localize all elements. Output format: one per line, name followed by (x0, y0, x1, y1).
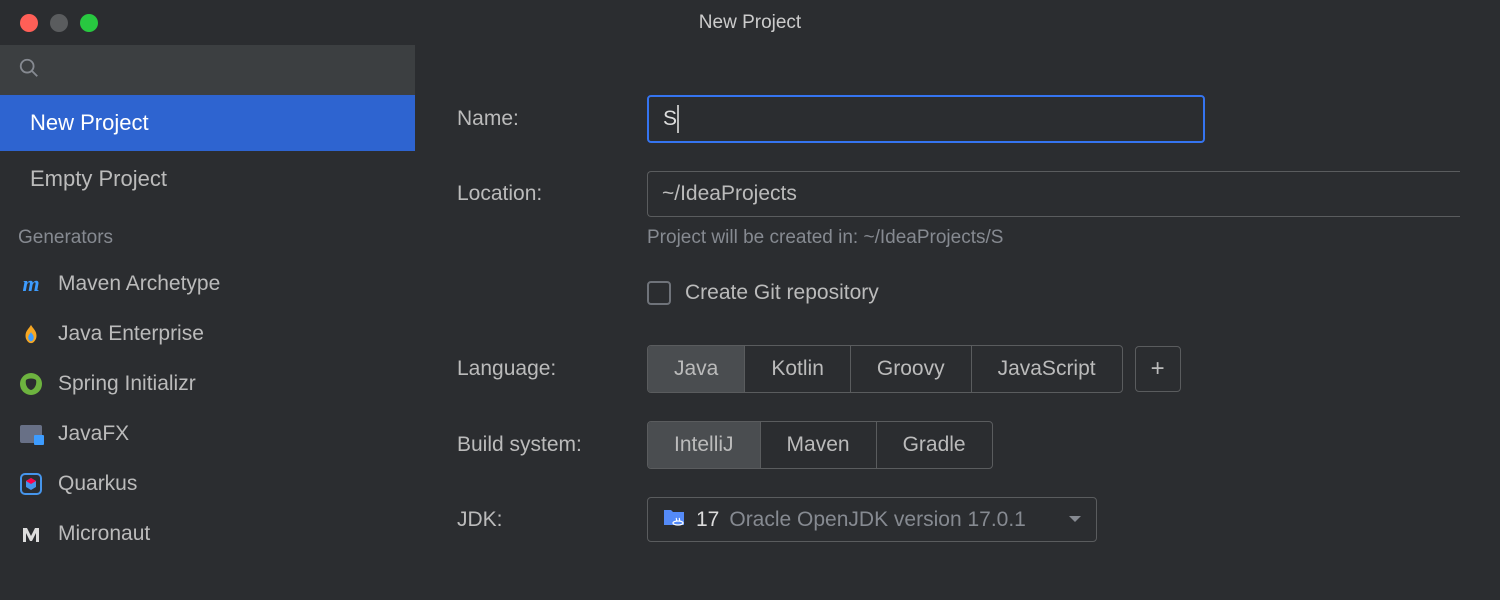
jdk-select[interactable]: 17 Oracle OpenJDK version 17.0.1 (647, 497, 1097, 542)
name-row: Name: (457, 95, 1460, 143)
generator-quarkus[interactable]: Quarkus (0, 459, 415, 509)
sidebar-item-empty-project[interactable]: Empty Project (0, 151, 415, 207)
maven-icon: m (18, 271, 44, 297)
spring-icon (18, 371, 44, 397)
jdk-label: JDK: (457, 508, 647, 532)
close-window-button[interactable] (20, 14, 38, 32)
sidebar-item-label: Empty Project (30, 166, 167, 192)
sidebar-item-label: New Project (30, 110, 149, 136)
language-groovy[interactable]: Groovy (851, 346, 972, 392)
search-icon (18, 57, 40, 84)
language-button-group: Java Kotlin Groovy JavaScript (647, 345, 1123, 393)
generator-label: Maven Archetype (58, 272, 220, 296)
generator-maven-archetype[interactable]: m Maven Archetype (0, 259, 415, 309)
generator-label: Micronaut (58, 522, 150, 546)
content-area: New Project Empty Project Generators m M… (0, 45, 1500, 600)
add-language-button[interactable]: + (1135, 346, 1181, 392)
text-caret (677, 105, 679, 133)
build-maven[interactable]: Maven (761, 422, 877, 468)
language-java[interactable]: Java (648, 346, 745, 392)
location-label: Location: (457, 182, 647, 206)
window-title: New Project (699, 12, 801, 34)
titlebar: New Project (0, 0, 1500, 45)
language-label: Language: (457, 357, 647, 381)
minimize-window-button[interactable] (50, 14, 68, 32)
generator-label: Quarkus (58, 472, 137, 496)
javafx-icon (18, 421, 44, 447)
git-checkbox[interactable] (647, 281, 671, 305)
build-gradle[interactable]: Gradle (877, 422, 992, 468)
generator-label: Spring Initializr (58, 372, 196, 396)
jdk-description: Oracle OpenJDK version 17.0.1 (729, 508, 1058, 532)
search-bar[interactable] (0, 45, 415, 95)
location-row: Location: (457, 171, 1460, 217)
language-javascript[interactable]: JavaScript (972, 346, 1122, 392)
name-input[interactable] (647, 95, 1205, 143)
generator-javafx[interactable]: JavaFX (0, 409, 415, 459)
flame-icon (18, 321, 44, 347)
git-checkbox-row: Create Git repository (647, 281, 1460, 305)
build-system-label: Build system: (457, 433, 647, 457)
main-panel: Name: Location: Project will be created … (415, 45, 1500, 600)
sidebar: New Project Empty Project Generators m M… (0, 45, 415, 600)
jdk-folder-icon (662, 507, 686, 532)
git-checkbox-label: Create Git repository (685, 281, 879, 305)
generator-java-enterprise[interactable]: Java Enterprise (0, 309, 415, 359)
traffic-lights (20, 14, 98, 32)
generator-label: Java Enterprise (58, 322, 204, 346)
jdk-row: JDK: 17 Oracle OpenJDK version 17.0.1 (457, 497, 1460, 542)
language-kotlin[interactable]: Kotlin (745, 346, 851, 392)
location-hint: Project will be created in: ~/IdeaProjec… (647, 227, 1460, 249)
micronaut-icon (18, 521, 44, 547)
chevron-down-icon (1068, 511, 1082, 529)
sidebar-item-new-project[interactable]: New Project (0, 95, 415, 151)
jdk-version: 17 (696, 508, 719, 532)
build-system-button-group: IntelliJ Maven Gradle (647, 421, 993, 469)
generator-micronaut[interactable]: Micronaut (0, 509, 415, 559)
build-system-row: Build system: IntelliJ Maven Gradle (457, 421, 1460, 469)
maximize-window-button[interactable] (80, 14, 98, 32)
name-label: Name: (457, 107, 647, 131)
generator-spring-initializr[interactable]: Spring Initializr (0, 359, 415, 409)
generators-header: Generators (0, 207, 415, 259)
build-intellij[interactable]: IntelliJ (648, 422, 761, 468)
location-input[interactable] (647, 171, 1460, 217)
quarkus-icon (18, 471, 44, 497)
generator-label: JavaFX (58, 422, 129, 446)
language-row: Language: Java Kotlin Groovy JavaScript … (457, 345, 1460, 393)
